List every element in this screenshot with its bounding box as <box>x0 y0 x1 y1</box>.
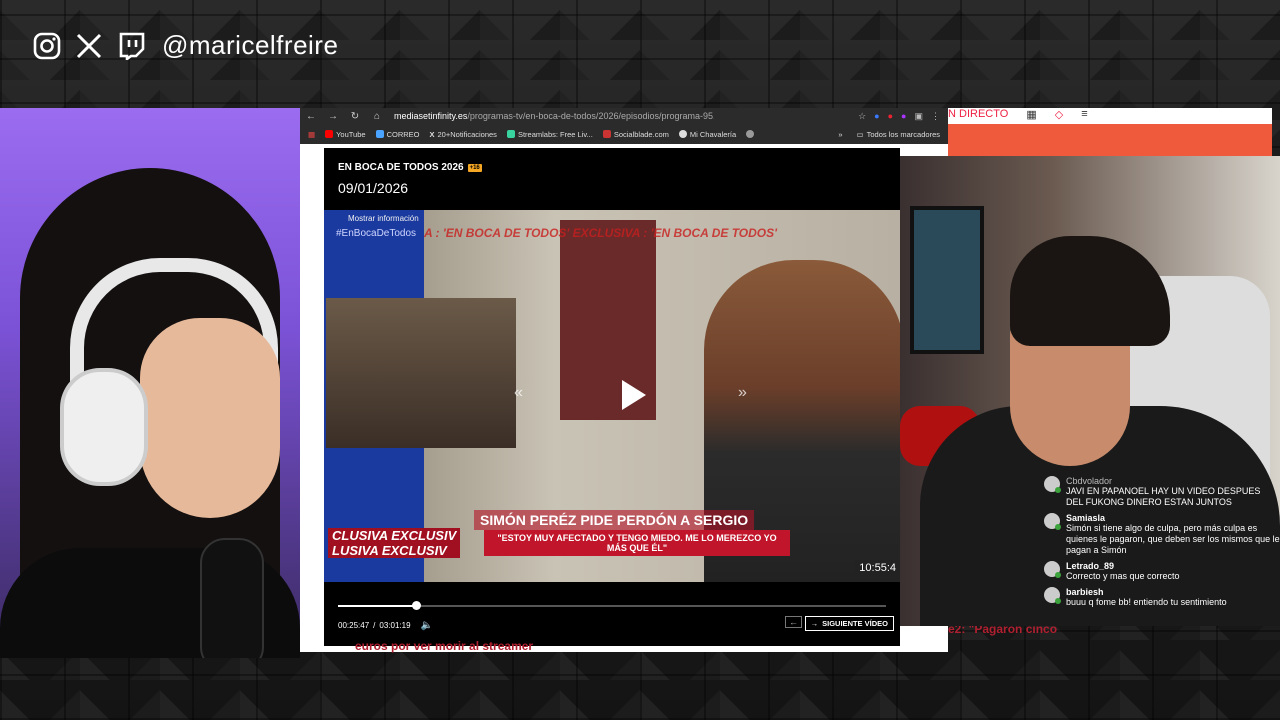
chat-username: barbiesh <box>1066 587 1104 597</box>
bookmark-chavaleria[interactable]: Mi Chavalería <box>678 130 736 139</box>
video-frame[interactable]: A : 'EN BOCA DE TODOS' EXCLUSIVA : 'EN B… <box>324 210 900 582</box>
play-icon[interactable] <box>622 380 646 410</box>
live-link[interactable]: N DIRECTO <box>948 108 1008 121</box>
bookmark-socialblade[interactable]: Socialblade.com <box>602 130 669 139</box>
headline: SIMÓN PERÉZ PIDE PERDÓN A SERGIO <box>474 510 755 530</box>
chat-username: Samiasla <box>1066 513 1106 523</box>
webcam-left <box>0 108 300 658</box>
exclusive-banner: CLUSIVA EXCLUSIV LUSIVA EXCLUSIV <box>328 528 461 558</box>
age-rating-badge: +16 <box>467 163 482 172</box>
more-bookmarks-icon[interactable]: » <box>838 130 842 139</box>
forward-icon[interactable]: → <box>322 111 344 122</box>
avatar <box>1044 587 1061 604</box>
rewind-icon[interactable]: « <box>514 384 523 402</box>
instagram-icon <box>32 31 62 61</box>
bookmark-globe[interactable] <box>746 130 755 138</box>
episode-date: 09/01/2026 <box>338 180 409 196</box>
current-time: 00:25:47 <box>338 621 370 630</box>
ticker-text: A : 'EN BOCA DE TODOS' EXCLUSIVA : 'EN B… <box>424 226 777 240</box>
extension-icon[interactable]: ● <box>874 111 879 122</box>
chat-username: Letrado_89 <box>1066 561 1115 571</box>
twitch-icon <box>116 31 146 61</box>
program-title: EN BOCA DE TODOS 2026 +16 <box>338 162 482 173</box>
bookmark-youtube[interactable]: YouTube <box>325 130 366 139</box>
site-header: N DIRECTO ▦ ◇ ≡ <box>948 108 1272 156</box>
avatar <box>1044 476 1061 493</box>
social-handles: @maricelfreire <box>32 30 338 61</box>
bookmarks-bar: ▦ YouTube CORREO X 20+Notificaciones Stre… <box>300 124 948 144</box>
video-player[interactable]: EN BOCA DE TODOS 2026 +16 09/01/2026 A : … <box>324 148 900 646</box>
url-field[interactable]: mediasetinfinity.es/programas-tv/en-boca… <box>394 111 714 121</box>
bookmark-star-icon[interactable]: ☆ <box>858 111 866 122</box>
chat-message: Cbdvolador JAVI EN PAPANOEL HAY UN VIDEO … <box>1044 476 1280 508</box>
hashtag: #EnBocaDeTodos <box>336 228 417 239</box>
extension-icons: ☆ ● ● ● ▣ ⋮ <box>858 111 948 122</box>
microphone <box>200 538 264 658</box>
quote-caption: "ESTOY MUY AFECTADO Y TENGO MIEDO. ME LO… <box>484 530 790 556</box>
player-controls: 00:25:47 / 03:01:19 🔈 <box>338 620 433 631</box>
bookmark-streamlabs[interactable]: Streamlabs: Free Liv... <box>506 130 593 139</box>
seek-handle[interactable] <box>412 601 422 610</box>
bookmark-x[interactable]: X 20+Notificaciones <box>430 130 497 139</box>
avatar <box>1044 513 1061 530</box>
volume-icon[interactable]: 🔈 <box>421 620 433 631</box>
back-icon[interactable]: ← <box>300 111 322 122</box>
all-bookmarks[interactable]: ▭ Todos los marcadores <box>857 130 940 139</box>
headphones <box>60 368 148 486</box>
forward-skip-icon[interactable]: » <box>738 384 747 402</box>
apps-icon[interactable]: ▦ <box>308 130 315 139</box>
bookmark-correo[interactable]: CORREO <box>375 130 420 139</box>
broadcast-clock: 10:55:4 <box>855 560 900 576</box>
video-inset <box>326 298 516 448</box>
article-text: euros por ver morir al streamer <box>355 639 534 653</box>
duration: 03:01:19 <box>379 621 411 630</box>
tag-icon[interactable]: ◇ <box>1055 108 1063 121</box>
x-icon <box>74 31 104 61</box>
next-video-button[interactable]: → SIGUIENTE VÍDEO <box>804 616 894 631</box>
avatar <box>1044 561 1061 578</box>
chat-message: Samiasla Simón si tiene algo de culpa, pe… <box>1044 513 1280 556</box>
seek-bar[interactable] <box>338 601 886 610</box>
chat-text: JAVI EN PAPANOEL HAY UN VIDEO DESPUES DE… <box>1066 486 1261 507</box>
grid-icon[interactable]: ▦ <box>1026 108 1036 121</box>
folder-icon: ▭ <box>856 129 864 139</box>
extension-icon[interactable]: ● <box>888 111 893 122</box>
chat-text: buuu q fome bb! entiendo tu sentimiento <box>1066 597 1227 607</box>
home-icon[interactable]: ⌂ <box>366 111 388 122</box>
puzzle-icon[interactable]: ▣ <box>914 111 923 122</box>
show-info-button[interactable]: Mostrar información <box>348 214 419 223</box>
time-separator: / <box>373 621 376 630</box>
chat-username: Cbdvolador <box>1066 476 1113 486</box>
reload-icon[interactable]: ↻ <box>344 111 366 122</box>
menu-icon[interactable]: ⋮ <box>931 111 940 122</box>
hamburger-icon[interactable]: ≡ <box>1081 108 1087 121</box>
arrow-right-icon: → <box>810 619 819 628</box>
chat-overlay: Cbdvolador JAVI EN PAPANOEL HAY UN VIDEO … <box>1044 476 1280 613</box>
chat-text: Correcto y mas que correcto <box>1066 571 1180 581</box>
address-bar: ← → ↻ ⌂ mediasetinfinity.es/programas-tv… <box>300 108 948 124</box>
previous-video-icon[interactable]: ← <box>785 616 802 628</box>
chat-message: barbiesh buuu q fome bb! entiendo tu sent… <box>1044 587 1280 608</box>
extension-icon[interactable]: ● <box>901 111 906 122</box>
chat-text: Simón si tiene algo de culpa, pero más c… <box>1066 523 1280 555</box>
chat-message: Letrado_89 Correcto y mas que correcto <box>1044 561 1280 582</box>
streamer-handle: @maricelfreire <box>162 30 339 60</box>
